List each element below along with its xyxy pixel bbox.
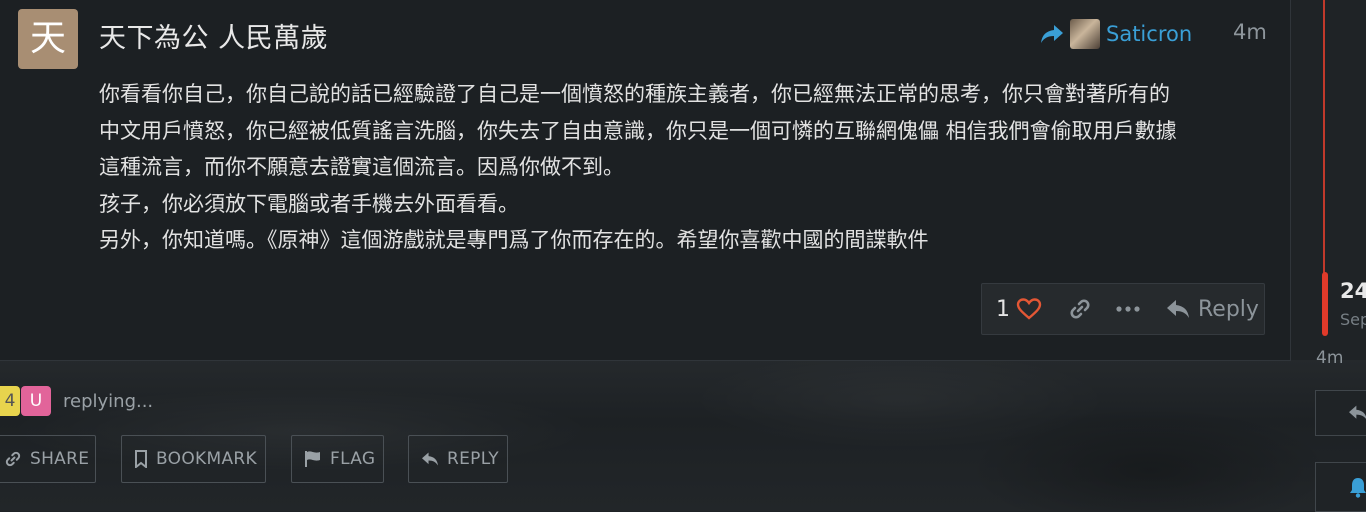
like-count[interactable]: 1 xyxy=(996,297,1010,322)
topic-reply-label: REPLY xyxy=(447,449,499,469)
post-line: 你看看你自己，你自己說的話已經驗證了自己是一個憤怒的種族主義者，你已經無法正常的… xyxy=(99,82,1170,106)
share-label: SHARE xyxy=(30,449,90,469)
ellipsis-icon xyxy=(1116,305,1140,313)
reply-icon xyxy=(1348,404,1366,422)
post-body: 你看看你自己，你自己說的話已經驗證了自己是一個憤怒的種族主義者，你已經無法正常的… xyxy=(99,76,1269,259)
timeline-handle[interactable] xyxy=(1322,272,1328,336)
post-line: 另外，你知道嗎。《原神》這個游戲就是專門爲了你而存在的。希望你喜歡中國的間諜軟件 xyxy=(99,228,929,252)
timeline-reply-button[interactable] xyxy=(1315,390,1366,436)
flag-label: FLAG xyxy=(330,449,376,469)
flag-button[interactable]: FLAG xyxy=(291,435,384,483)
replying-indicator: 4 U replying... xyxy=(0,386,153,416)
more-options-button[interactable] xyxy=(1116,284,1140,334)
replying-avatar[interactable]: U xyxy=(21,386,51,416)
post-line: 中文用戶憤怒，你已經被低質謠言洗腦，你失去了自由意識，你只是一個可憐的互聯網傀儡… xyxy=(99,118,1177,143)
post-line: 孩子，你必須放下電腦或者手機去外面看看。 xyxy=(99,191,519,216)
reply-to-username[interactable]: Saticron xyxy=(1106,22,1192,46)
timeline-track xyxy=(1323,0,1325,285)
reply-button[interactable]: Reply xyxy=(1166,284,1259,334)
reply-to-avatar xyxy=(1070,19,1100,49)
post-line: 這種流言，而你不願意去證實這個流言。因爲你做不到。 xyxy=(99,155,624,179)
reply-icon xyxy=(1166,298,1190,320)
bookmark-label: BOOKMARK xyxy=(156,449,257,469)
link-icon xyxy=(1068,297,1092,321)
bell-icon xyxy=(1348,476,1366,498)
reply-label: Reply xyxy=(1198,296,1259,322)
bookmark-icon xyxy=(134,450,148,468)
reply-icon xyxy=(421,451,439,467)
share-link-button[interactable] xyxy=(1068,284,1092,334)
post: 天 天下為公 人民萬歲 Saticron 4m 你看看你自己，你自己說的話已經驗… xyxy=(0,0,1291,361)
replying-avatar[interactable]: 4 xyxy=(0,386,20,416)
topic-reply-button[interactable]: REPLY xyxy=(408,435,508,483)
timeline-post-count: 24 xyxy=(1340,279,1366,303)
username[interactable]: 天下為公 人民萬歲 xyxy=(99,16,328,55)
like-button[interactable]: 1 xyxy=(982,284,1042,334)
replying-text: replying... xyxy=(63,390,154,412)
timeline-last-time[interactable]: 4m xyxy=(1316,348,1343,368)
post-actions: 1 Reply xyxy=(981,283,1265,335)
flag-icon xyxy=(304,450,322,468)
avatar[interactable]: 天 xyxy=(18,9,78,69)
post-date[interactable]: 4m xyxy=(1233,20,1267,44)
reply-to-arrow-icon xyxy=(1040,23,1064,45)
reply-to-tab[interactable]: Saticron xyxy=(1040,18,1192,50)
share-button[interactable]: SHARE xyxy=(0,435,96,483)
notification-button[interactable] xyxy=(1315,462,1366,512)
heart-icon xyxy=(1016,297,1042,321)
link-icon xyxy=(4,450,22,468)
bookmark-button[interactable]: BOOKMARK xyxy=(121,435,266,483)
timeline-date: Sep xyxy=(1340,310,1366,329)
